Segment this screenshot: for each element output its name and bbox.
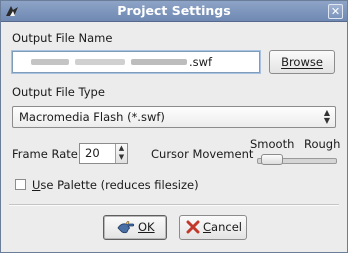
browse-button-label: Browse	[281, 55, 323, 69]
cursor-movement-label: Cursor Movement	[151, 147, 254, 161]
use-palette-checkbox[interactable]	[15, 179, 26, 190]
frame-rate-spinner[interactable]: 20 ▲ ▼	[79, 143, 128, 164]
updown-arrows-icon: ▲ ▼	[323, 108, 330, 125]
cancel-x-icon	[186, 220, 200, 234]
frame-rate-value: 20	[85, 146, 100, 160]
output-file-name-input[interactable]: .swf	[12, 51, 260, 73]
slider-thumb[interactable]	[260, 154, 283, 165]
window-title: Project Settings	[117, 3, 231, 18]
frame-rate-label: Frame Rate	[12, 147, 78, 161]
project-settings-dialog: Project Settings ✕ Output File Name .swf…	[0, 0, 348, 253]
cancel-button[interactable]: Cancel	[179, 215, 247, 240]
browse-button[interactable]: Browse	[269, 50, 335, 74]
slider-min-label: Smooth	[250, 137, 295, 151]
file-extension: .swf	[189, 55, 213, 69]
output-file-name-label: Output File Name	[12, 31, 113, 45]
blurred-text	[131, 59, 187, 65]
spinner-arrows-icon[interactable]: ▲ ▼	[115, 144, 127, 163]
close-icon[interactable]: ✕	[328, 4, 343, 19]
blurred-text	[31, 59, 69, 65]
titlebar[interactable]: Project Settings ✕	[1, 1, 347, 22]
ok-button[interactable]: OK	[103, 215, 167, 240]
ok-hand-icon	[117, 221, 135, 234]
output-file-type-label: Output File Type	[12, 85, 105, 99]
blurred-text	[75, 59, 125, 65]
selected-file-type: Macromedia Flash (*.swf)	[19, 110, 165, 124]
slider-max-label: Rough	[304, 137, 341, 151]
ok-button-label: OK	[138, 220, 155, 234]
use-palette-text: Use Palette (reduces filesize)	[32, 178, 199, 192]
cancel-button-label: Cancel	[203, 220, 242, 234]
use-palette-label[interactable]: Use Palette (reduces filesize)	[32, 178, 199, 192]
output-file-type-select[interactable]: Macromedia Flash (*.swf) ▲ ▼	[12, 106, 336, 128]
separator	[9, 204, 339, 206]
